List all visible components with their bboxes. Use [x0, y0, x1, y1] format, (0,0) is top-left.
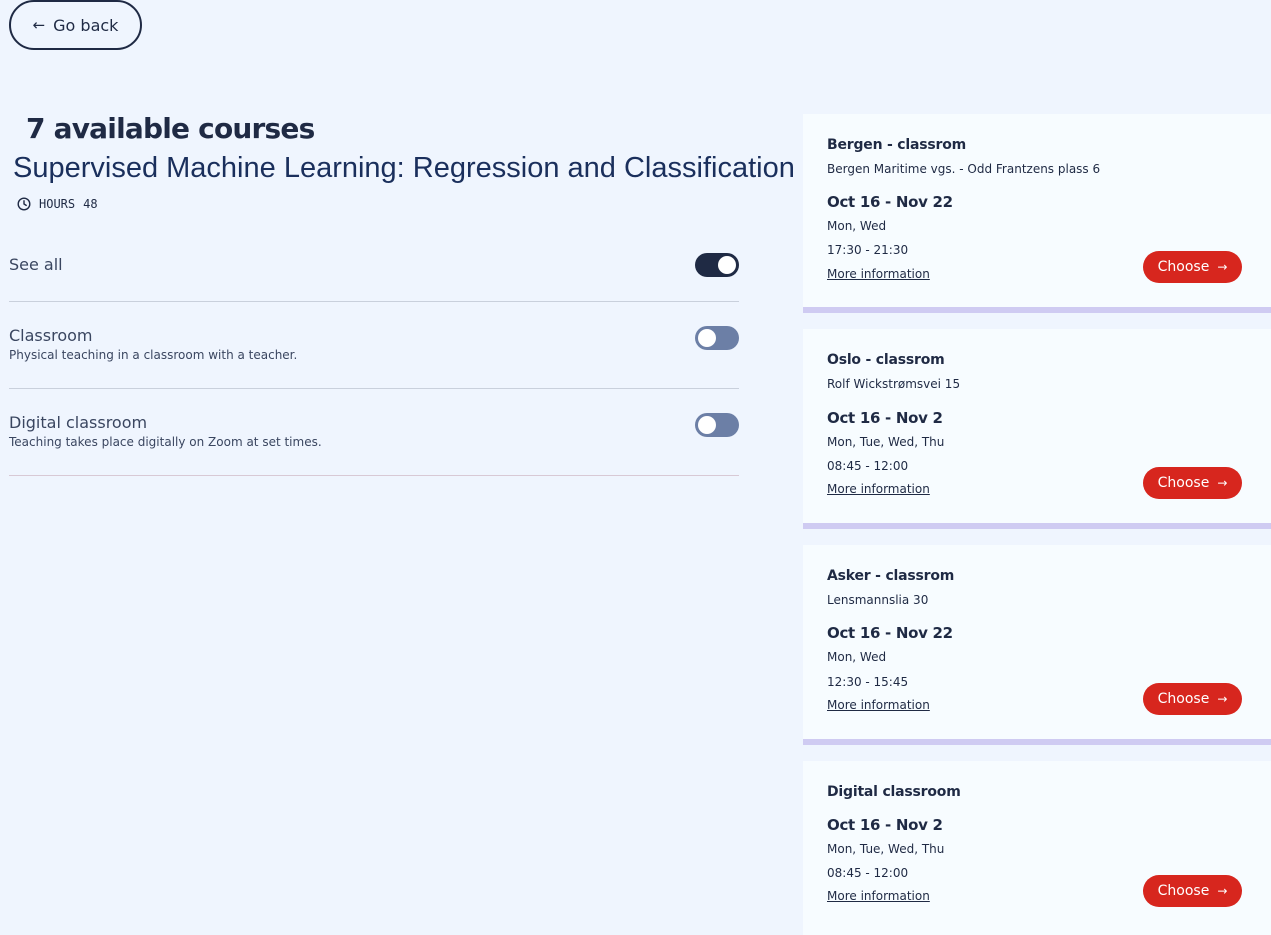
course-title: Supervised Machine Learning: Regression … [13, 152, 795, 184]
available-courses-count: 7 available courses [26, 112, 315, 145]
course-days: Mon, Tue, Wed, Thu [827, 842, 945, 856]
course-dates: Oct 16 - Nov 22 [827, 193, 953, 211]
course-dates: Oct 16 - Nov 22 [827, 624, 953, 642]
course-time: 08:45 - 12:00 [827, 459, 909, 473]
course-card: Digital classroom Oct 16 - Nov 2 Mon, Tu… [803, 761, 1271, 935]
course-location: Asker - classrom [827, 568, 955, 584]
course-card: Asker - classrom Lensmannslia 30 Oct 16 … [803, 545, 1271, 745]
choose-label: Choose [1157, 475, 1210, 491]
filter-description: Teaching takes place digitally on Zoom a… [9, 435, 322, 449]
choose-button[interactable]: Choose → [1143, 683, 1242, 715]
digital-classroom-toggle[interactable] [695, 413, 739, 437]
filter-digital-classroom: Digital classroom Teaching takes place d… [9, 389, 739, 476]
arrow-right-icon: → [1217, 692, 1228, 706]
arrow-left-icon: ← [32, 15, 46, 34]
filter-classroom: Classroom Physical teaching in a classro… [9, 302, 739, 389]
more-information-link[interactable]: More information [827, 889, 930, 903]
toggle-knob [698, 329, 716, 347]
choose-button[interactable]: Choose → [1143, 467, 1242, 499]
course-days: Mon, Tue, Wed, Thu [827, 435, 945, 449]
course-address: Lensmannslia 30 [827, 593, 929, 607]
choose-label: Choose [1157, 691, 1210, 707]
filter-label: See all [9, 255, 63, 274]
choose-button[interactable]: Choose → [1143, 251, 1242, 283]
more-information-link[interactable]: More information [827, 267, 930, 281]
filter-see-all: See all [9, 230, 739, 302]
filter-label: Digital classroom [9, 413, 148, 432]
course-days: Mon, Wed [827, 219, 887, 233]
toggle-knob [698, 416, 716, 434]
filter-description: Physical teaching in a classroom with a … [9, 348, 298, 362]
course-days: Mon, Wed [827, 650, 887, 664]
toggle-knob [718, 256, 736, 274]
course-location: Digital classroom [827, 784, 961, 800]
filter-label: Classroom [9, 326, 93, 345]
course-location: Bergen - classrom [827, 137, 967, 153]
course-dates: Oct 16 - Nov 2 [827, 816, 943, 834]
course-time: 08:45 - 12:00 [827, 866, 909, 880]
classroom-toggle[interactable] [695, 326, 739, 350]
course-location: Oslo - classrom [827, 352, 945, 368]
choose-label: Choose [1157, 259, 1210, 275]
course-time: 17:30 - 21:30 [827, 243, 909, 257]
course-address: Bergen Maritime vgs. - Odd Frantzens pla… [827, 162, 1101, 176]
course-selection-page: ← Go back 7 available courses Supervised… [0, 0, 1271, 935]
clock-icon [17, 197, 31, 211]
course-card: Oslo - classrom Rolf Wickstrømsvei 15 Oc… [803, 329, 1271, 529]
hours-info: HOURS 48 [17, 197, 98, 211]
see-all-toggle[interactable] [695, 253, 739, 277]
course-dates: Oct 16 - Nov 2 [827, 409, 943, 427]
arrow-right-icon: → [1217, 476, 1228, 490]
more-information-link[interactable]: More information [827, 698, 930, 712]
choose-label: Choose [1157, 883, 1210, 899]
more-information-link[interactable]: More information [827, 482, 930, 496]
course-card: Bergen - classrom Bergen Maritime vgs. -… [803, 114, 1271, 313]
course-address: Rolf Wickstrømsvei 15 [827, 377, 961, 391]
go-back-label: Go back [53, 15, 119, 35]
course-time: 12:30 - 15:45 [827, 675, 909, 689]
course-filters: See all Classroom Physical teaching in a… [9, 230, 739, 476]
hours-label: HOURS [39, 197, 76, 211]
go-back-button[interactable]: ← Go back [9, 0, 142, 50]
choose-button[interactable]: Choose → [1143, 875, 1242, 907]
arrow-right-icon: → [1217, 884, 1228, 898]
arrow-right-icon: → [1217, 260, 1228, 274]
hours-value: 48 [83, 197, 98, 211]
